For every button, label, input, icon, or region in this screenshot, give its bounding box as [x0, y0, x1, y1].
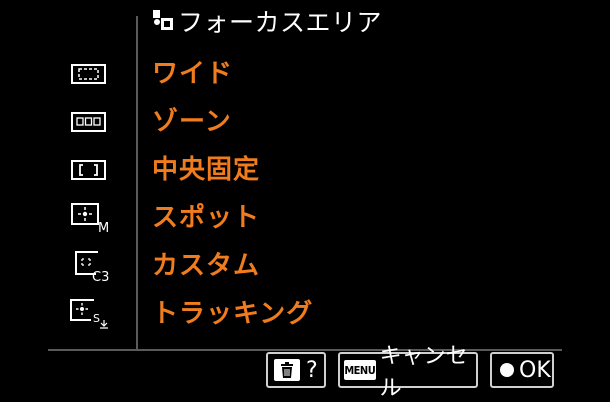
- page-title: フォーカスエリア: [152, 4, 382, 38]
- af-tracking-icon: S: [70, 299, 108, 329]
- menu-item-zone[interactable]: ゾーン: [0, 100, 610, 144]
- help-label: ?: [306, 357, 318, 383]
- svg-text:S: S: [93, 312, 100, 325]
- cancel-label: キャンセル: [379, 344, 468, 401]
- af-center-icon: [71, 160, 106, 180]
- af-spot-icon: M: [71, 203, 109, 234]
- menu-label: ゾーン: [152, 107, 232, 137]
- menu-label: 中央固定: [152, 155, 261, 185]
- ok-label: OK: [519, 357, 551, 383]
- af-custom-icon: C3: [75, 251, 109, 282]
- trash-icon: [274, 359, 300, 381]
- menu-item-custom[interactable]: C3 カスタム: [0, 244, 610, 288]
- menu-item-tracking[interactable]: S トラッキング: [0, 292, 610, 336]
- menu-item-spot[interactable]: M スポット: [0, 196, 610, 240]
- menu-item-center[interactable]: 中央固定: [0, 148, 610, 192]
- ok-button[interactable]: OK: [490, 352, 554, 388]
- menu-label: スポット: [152, 203, 261, 233]
- menu-item-wide[interactable]: ワイド: [0, 52, 610, 96]
- center-button-dot-icon: [500, 363, 514, 377]
- menu-label: トラッキング: [152, 299, 314, 329]
- menu-label: カスタム: [152, 251, 261, 281]
- menu-label: ワイド: [152, 59, 234, 89]
- svg-text:M: M: [98, 221, 109, 234]
- title-text: フォーカスエリア: [178, 8, 383, 37]
- af-area-screen: フォーカスエリア ワイド ゾーン 中央固定 M スポット C3 カスタム S ト…: [0, 0, 610, 401]
- delete-help-button[interactable]: ?: [266, 352, 326, 388]
- af-zone-icon: [71, 112, 106, 132]
- menu-button-badge: MENU: [344, 360, 376, 380]
- horizontal-divider: [48, 349, 562, 351]
- camera-af-icon: [153, 10, 173, 30]
- svg-text:C3: C3: [92, 270, 109, 282]
- af-wide-icon: [71, 64, 106, 84]
- cancel-button[interactable]: MENU キャンセル: [338, 344, 478, 401]
